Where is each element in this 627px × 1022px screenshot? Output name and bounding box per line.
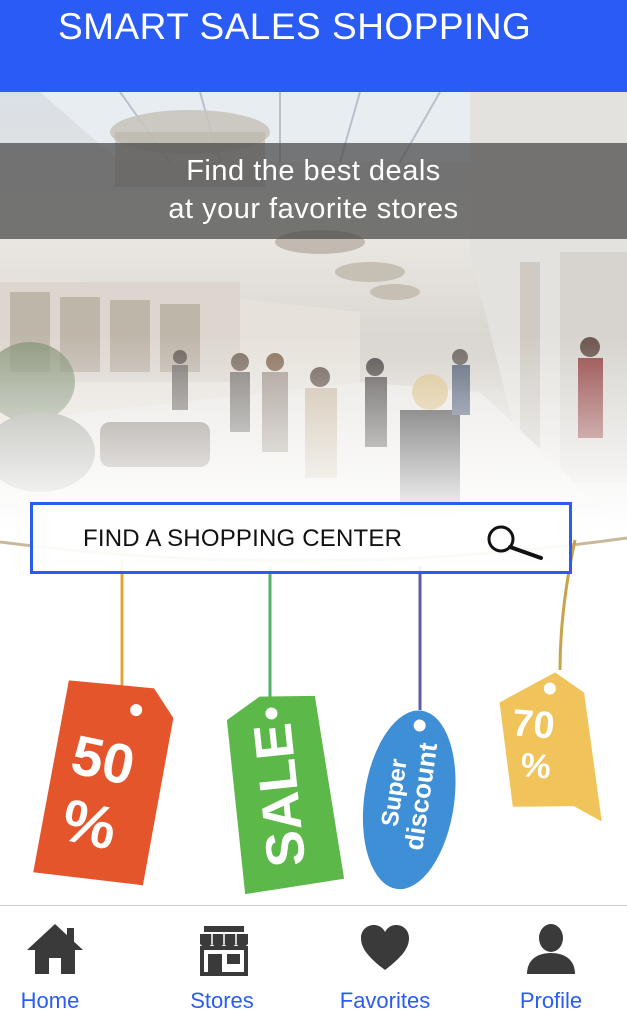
tab-stores-label: Stores — [190, 988, 254, 1013]
bottom-tab-bar: Home Stores Favorites Profile — [0, 905, 627, 1022]
tab-home-label: Home — [20, 988, 80, 1013]
tag-50-number: 50 — [66, 722, 140, 797]
tab-favorites-label: Favorites — [339, 988, 431, 1013]
tab-home[interactable]: Home — [0, 906, 128, 1022]
search-icon[interactable] — [485, 521, 545, 561]
tag-70-number: 70 — [511, 702, 557, 748]
app-title: SMART SALES SHOPPING — [58, 6, 532, 47]
store-icon — [194, 920, 254, 978]
app-header: SMART SALES SHOPPING — [0, 0, 627, 92]
tab-profile-label: Profile — [519, 988, 583, 1013]
tagline-line-2: at your favorite stores — [168, 193, 459, 225]
tab-profile[interactable]: Profile — [473, 906, 627, 1022]
sale-tags-image: 50 % SALE Super discount 70 % — [0, 536, 627, 895]
find-shopping-center-search[interactable]: FIND A SHOPPING CENTER — [30, 502, 572, 574]
tab-favorites[interactable]: Favorites — [307, 906, 463, 1022]
tab-stores[interactable]: Stores — [144, 906, 300, 1022]
heart-icon — [355, 920, 415, 978]
tagline-line-1: Find the best deals — [186, 155, 441, 187]
sale-tags-illustration: 50 % SALE Super discount 70 % — [0, 530, 627, 905]
person-icon — [521, 920, 581, 978]
home-icon — [25, 920, 85, 978]
tag-70-percent: % — [519, 746, 552, 786]
search-label: FIND A SHOPPING CENTER — [83, 525, 403, 552]
